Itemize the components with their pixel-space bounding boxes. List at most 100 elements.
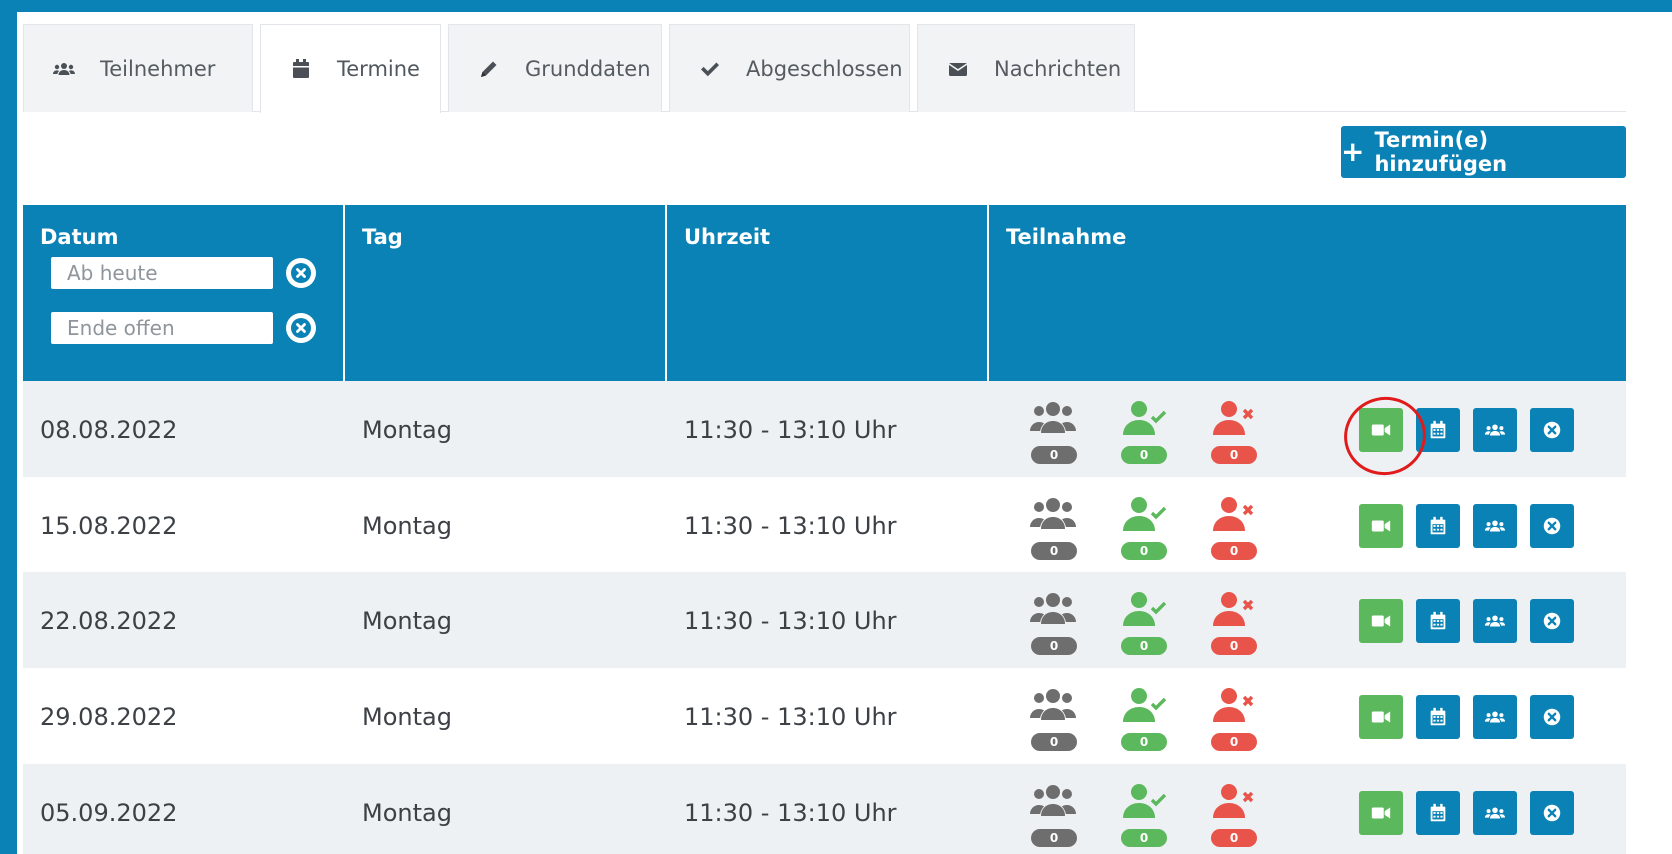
participants-button[interactable]: [1473, 408, 1517, 452]
participants-button[interactable]: [1473, 599, 1517, 643]
video-call-button[interactable]: [1359, 504, 1403, 548]
absent-count-badge: 0: [1211, 829, 1257, 847]
main-panel: Teilnehmer Termine Grunddaten Abgeschlos…: [17, 12, 1672, 854]
tab-label: Teilnehmer: [100, 56, 216, 81]
user-check-icon: [1123, 401, 1167, 435]
calendar-icon: [1430, 420, 1446, 439]
tab-grunddaten[interactable]: Grunddaten: [448, 24, 662, 112]
video-call-button[interactable]: [1359, 408, 1403, 452]
participants-present: 0: [1116, 668, 1172, 765]
calendar-icon: [1430, 803, 1446, 822]
cell-datum: 08.08.2022: [40, 381, 177, 478]
calendar-icon: [1430, 516, 1446, 535]
calendar-icon: [1430, 611, 1446, 630]
users-icon: [1484, 615, 1506, 627]
cell-datum: 29.08.2022: [40, 668, 177, 765]
time-text: 11:30 - 13:10 Uhr: [684, 798, 897, 827]
column-header-datum: Datum: [23, 205, 345, 381]
video-call-button[interactable]: [1359, 695, 1403, 739]
day-text: Montag: [362, 415, 452, 444]
day-text: Montag: [362, 702, 452, 731]
delete-appointment-button[interactable]: [1530, 504, 1574, 548]
participants-absent: 0: [1206, 668, 1262, 765]
video-call-button[interactable]: [1359, 599, 1403, 643]
cell-uhrzeit: 11:30 - 13:10 Uhr: [684, 572, 897, 669]
participants-button[interactable]: [1473, 695, 1517, 739]
participants-present: 0: [1116, 477, 1172, 574]
table-row: 08.08.2022 Montag 11:30 - 13:10 Uhr 0 0: [23, 381, 1626, 478]
calendar-button[interactable]: [1416, 695, 1460, 739]
close-circle-icon: [1543, 421, 1561, 439]
date-text: 05.09.2022: [40, 798, 178, 827]
cell-datum: 05.09.2022: [40, 764, 177, 854]
header-label: Uhrzeit: [684, 225, 771, 249]
total-count-badge: 0: [1031, 829, 1077, 847]
tab-nachrichten[interactable]: Nachrichten: [917, 24, 1135, 112]
users-icon: [1484, 520, 1506, 532]
users-icon: [1030, 498, 1076, 529]
participants-absent: 0: [1206, 764, 1262, 854]
calendar-button[interactable]: [1416, 791, 1460, 835]
close-circle-icon: [1543, 804, 1561, 822]
users-icon: [1030, 785, 1076, 816]
close-circle-icon: [1543, 612, 1561, 630]
add-appointment-button[interactable]: + Termin(e) hinzufügen: [1341, 126, 1626, 178]
date-from-input[interactable]: [51, 257, 273, 289]
absent-count-badge: 0: [1211, 446, 1257, 464]
tab-termine[interactable]: Termine: [260, 24, 441, 113]
delete-appointment-button[interactable]: [1530, 408, 1574, 452]
envelope-icon: [946, 57, 970, 81]
date-text: 29.08.2022: [40, 702, 178, 731]
users-icon: [1030, 689, 1076, 720]
tab-abgeschlossen[interactable]: Abgeschlossen: [669, 24, 910, 112]
delete-appointment-button[interactable]: [1530, 599, 1574, 643]
video-camera-icon: [1371, 615, 1391, 627]
header-label: Tag: [362, 225, 403, 249]
date-text: 15.08.2022: [40, 511, 178, 540]
participants-button[interactable]: [1473, 791, 1517, 835]
user-times-icon: [1213, 784, 1254, 818]
delete-appointment-button[interactable]: [1530, 695, 1574, 739]
cell-tag: Montag: [362, 668, 452, 765]
total-count-badge: 0: [1031, 733, 1077, 751]
participants-present: 0: [1116, 764, 1172, 854]
cell-uhrzeit: 11:30 - 13:10 Uhr: [684, 764, 897, 854]
user-check-icon: [1123, 784, 1167, 818]
time-text: 11:30 - 13:10 Uhr: [684, 606, 897, 635]
calendar-button[interactable]: [1416, 504, 1460, 548]
date-to-input[interactable]: [51, 312, 273, 344]
video-camera-icon: [1371, 424, 1391, 436]
users-icon: [1030, 593, 1076, 624]
column-header-teilnahme: Teilnahme: [989, 205, 1626, 381]
participants-present: 0: [1116, 381, 1172, 478]
participants-absent: 0: [1206, 572, 1262, 669]
column-header-tag: Tag: [345, 205, 667, 381]
users-icon: [1484, 711, 1506, 723]
user-check-icon: [1123, 688, 1167, 722]
table-row: 05.09.2022 Montag 11:30 - 13:10 Uhr 0 0: [23, 764, 1626, 854]
delete-appointment-button[interactable]: [1530, 791, 1574, 835]
user-times-icon: [1213, 688, 1254, 722]
day-text: Montag: [362, 511, 452, 540]
tab-teilnehmer[interactable]: Teilnehmer: [23, 24, 253, 112]
total-count-badge: 0: [1031, 542, 1077, 560]
cell-tag: Montag: [362, 477, 452, 574]
close-circle-icon: [1543, 708, 1561, 726]
total-count-badge: 0: [1031, 637, 1077, 655]
calendar-button[interactable]: [1416, 599, 1460, 643]
clear-date-from-icon[interactable]: [286, 258, 316, 288]
cell-tag: Montag: [362, 764, 452, 854]
video-call-button[interactable]: [1359, 791, 1403, 835]
clear-date-to-icon[interactable]: [286, 313, 316, 343]
present-count-badge: 0: [1121, 637, 1167, 655]
total-count-badge: 0: [1031, 446, 1077, 464]
cell-datum: 15.08.2022: [40, 477, 177, 574]
time-text: 11:30 - 13:10 Uhr: [684, 511, 897, 540]
cell-tag: Montag: [362, 381, 452, 478]
header-label: Datum: [40, 225, 119, 249]
pencil-icon: [477, 57, 501, 81]
day-text: Montag: [362, 798, 452, 827]
day-text: Montag: [362, 606, 452, 635]
calendar-button[interactable]: [1416, 408, 1460, 452]
participants-button[interactable]: [1473, 504, 1517, 548]
